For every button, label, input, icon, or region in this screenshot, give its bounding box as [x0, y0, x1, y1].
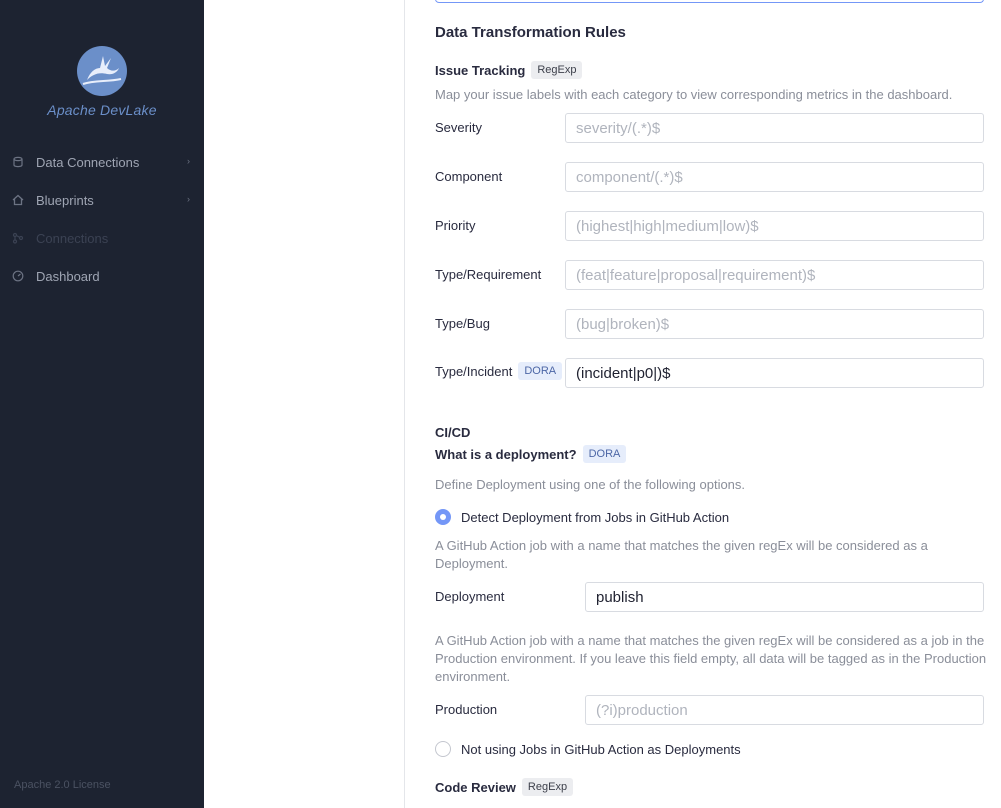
radio-label: Detect Deployment from Jobs in GitHub Ac… [461, 509, 730, 525]
radio-unchecked-icon[interactable] [435, 741, 451, 757]
section-title: Data Transformation Rules [435, 24, 626, 41]
issue-tracking-heading: Issue Tracking RegExp [435, 61, 583, 79]
deployment-label: Deployment [435, 589, 505, 604]
code-review-heading: Code Review RegExp [435, 778, 574, 796]
license-text: Apache 2.0 License [14, 779, 111, 791]
production-label: Production [435, 702, 498, 717]
panel-divider [404, 0, 405, 808]
cicd-heading: CI/CD [435, 425, 471, 440]
production-input[interactable]: (?i)production [585, 695, 984, 725]
previous-section-box [435, 0, 984, 3]
code-review-title: Code Review [435, 779, 516, 795]
severity-label: Severity [435, 120, 482, 135]
regexp-tag: RegExp [531, 61, 583, 79]
component-input[interactable]: component/(.*)$ [565, 162, 984, 192]
type-incident-text: Type/Incident [435, 363, 513, 379]
dora-tag: DORA [582, 445, 627, 463]
type-requirement-label: Type/Requirement [435, 267, 542, 282]
home-icon [12, 194, 24, 206]
production-help-text: A GitHub Action job with a name that mat… [435, 633, 987, 684]
sidebar-item-label: Dashboard [36, 268, 100, 284]
deployment-input[interactable]: publish [585, 582, 984, 612]
type-bug-input[interactable]: (bug|broken)$ [565, 309, 984, 339]
content-gutter [204, 0, 404, 808]
priority-input[interactable]: (highest|high|medium|low)$ [565, 211, 984, 241]
sidebar-item-blueprints[interactable]: Blueprints › [0, 181, 204, 219]
database-icon [12, 156, 24, 168]
dora-tag: DORA [518, 362, 563, 380]
type-incident-input[interactable]: (incident|p0|)$ [565, 358, 984, 388]
gauge-icon [12, 270, 24, 282]
radio-checked-icon[interactable] [435, 509, 451, 525]
radio-label: Not using Jobs in GitHub Action as Deplo… [461, 741, 741, 757]
brand-name: Apache DevLake [47, 102, 157, 118]
deployment-question-text: What is a deployment? [435, 446, 577, 462]
deployment-question: What is a deployment? DORA [435, 445, 627, 463]
component-label: Component [435, 169, 503, 184]
priority-label: Priority [435, 218, 476, 233]
chevron-right-icon: › [187, 194, 190, 204]
deployment-help-text: A GitHub Action job with a name that mat… [435, 538, 928, 571]
brand-logo[interactable]: Apache DevLake [0, 46, 204, 118]
devlake-logo-icon [77, 46, 127, 96]
radio-not-using-jobs[interactable]: Not using Jobs in GitHub Action as Deplo… [435, 741, 741, 757]
cicd-description: Define Deployment using one of the follo… [435, 477, 746, 492]
issue-tracking-title: Issue Tracking [435, 62, 526, 78]
issue-tracking-description: Map your issue labels with each category… [435, 87, 953, 102]
sidebar-item-connections[interactable]: Connections [0, 219, 204, 257]
sidebar-item-label: Connections [36, 230, 109, 246]
sidebar-item-dashboard[interactable]: Dashboard [0, 257, 204, 295]
sidebar-item-label: Blueprints [36, 192, 94, 208]
radio-detect-deployment[interactable]: Detect Deployment from Jobs in GitHub Ac… [435, 509, 729, 525]
sidebar-item-label: Data Connections [36, 154, 140, 170]
sidebar: Apache DevLake Data Connections › Bluepr… [0, 0, 204, 808]
type-bug-label: Type/Bug [435, 316, 490, 331]
type-incident-label: Type/Incident DORA [435, 362, 563, 380]
regexp-tag: RegExp [521, 778, 574, 796]
sidebar-nav: Data Connections › Blueprints › Connecti… [0, 143, 204, 295]
git-icon [12, 232, 24, 244]
severity-input[interactable]: severity/(.*)$ [565, 113, 984, 143]
sidebar-item-data-connections[interactable]: Data Connections › [0, 143, 204, 181]
type-requirement-input[interactable]: (feat|feature|proposal|requirement)$ [565, 260, 984, 290]
chevron-right-icon: › [187, 156, 190, 166]
